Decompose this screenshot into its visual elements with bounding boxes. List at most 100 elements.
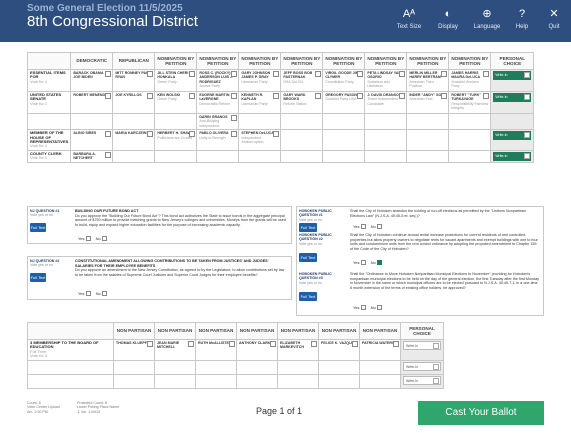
candidate-checkbox[interactable]	[441, 71, 448, 77]
candidate-checkbox[interactable]	[231, 93, 238, 99]
candidate-cell[interactable]: MITT ROMNEY PAUL RYAN	[112, 69, 156, 92]
edu-candidate-cell[interactable]: ANTHONY CLARK	[236, 339, 278, 361]
candidate-cell[interactable]: BARACK OBAMA JOE BIDEN	[70, 69, 114, 92]
nj-question-2-no-checkbox[interactable]	[101, 291, 107, 297]
edu-candidate-checkbox[interactable]	[311, 341, 317, 347]
edu-candidate-checkbox[interactable]	[393, 341, 399, 347]
candidate-cell[interactable]: STEPHEN DeLUCA Independent Anticorruption	[238, 129, 282, 151]
edu-write-in-cell[interactable]: Write-In	[400, 339, 444, 361]
nj-question-1-full-text-button[interactable]: Full Text	[30, 223, 46, 232]
hoboken-question-3-no-checkbox[interactable]	[376, 305, 382, 311]
candidate-checkbox[interactable]	[105, 131, 112, 138]
candidate-cell[interactable]: VIRGIL GOODE JIM CLYMER Constitution Part…	[322, 69, 366, 92]
candidate-checkbox[interactable]	[147, 93, 154, 99]
edu-write-in-checkbox[interactable]	[433, 377, 439, 384]
candidate-cell[interactable]: JAMES HARRIS MAURA DeLUCA Socialist Worke…	[448, 69, 492, 92]
candidate-cell[interactable]: JOE KYRILLOS	[112, 91, 156, 114]
write-in-field[interactable]: Write-In	[493, 151, 532, 161]
candidate-cell[interactable]: DARIN GRANOS Anti-Bullying Independent	[196, 112, 240, 131]
write-in-checkbox[interactable]	[524, 72, 531, 78]
nj-question-2-yes-checkbox[interactable]	[85, 291, 91, 297]
write-in-checkbox[interactable]	[524, 132, 531, 139]
candidate-cell[interactable]: KENNETH R. KAPLAN Libertarian Party	[238, 91, 282, 114]
candidate-checkbox[interactable]	[273, 131, 280, 138]
language-button[interactable]: ⊕ Language	[470, 0, 504, 42]
candidate-cell[interactable]: MERLIN MILLER HARRY BERTRAM American Thir…	[406, 69, 450, 92]
edu-candidate-checkbox[interactable]	[270, 341, 276, 347]
candidate-cell[interactable]: JILL STEIN CHERI HONKALA Green Party	[154, 69, 198, 92]
candidate-cell[interactable]: ROBERT "TURK" TURKAVAGE Responsibility Fa…	[448, 91, 492, 114]
nj-question-1-yes-checkbox[interactable]	[85, 236, 91, 242]
write-in-field[interactable]: Write-In	[493, 131, 532, 141]
hoboken-question-2-no-checkbox[interactable]	[376, 260, 382, 266]
candidate-checkbox[interactable]	[357, 71, 364, 77]
nj-question-2-full-text-button[interactable]: Full Text	[30, 273, 46, 282]
candidate-checkbox[interactable]	[231, 71, 238, 77]
candidate-cell[interactable]: ALBIO SIRES	[70, 129, 114, 151]
hoboken-question-3-yes-checkbox[interactable]	[360, 305, 366, 311]
edu-candidate-cell[interactable]: FELICE K. VAZQUEZ	[318, 339, 360, 361]
candidate-checkbox[interactable]	[399, 93, 406, 99]
candidate-checkbox[interactable]	[315, 93, 322, 99]
hoboken-question-3-full-text-button[interactable]: Full Text	[299, 292, 317, 301]
edu-candidate-checkbox[interactable]	[147, 341, 153, 347]
candidate-checkbox[interactable]	[441, 93, 448, 99]
candidate-checkbox[interactable]	[483, 71, 490, 77]
candidate-cell[interactable]: INDER "ANDY" SONI American First	[406, 91, 450, 114]
candidate-checkbox[interactable]	[189, 71, 196, 77]
edu-candidate-cell[interactable]: JEAN MARIE MITCHELL	[154, 339, 196, 361]
candidate-cell[interactable]: PETA LINDSAY YARI OSORIO Socialism and Li…	[364, 69, 408, 92]
candidate-checkbox[interactable]	[231, 131, 238, 138]
candidate-checkbox[interactable]	[147, 131, 154, 138]
edu-write-in-field[interactable]: Write-In	[403, 341, 441, 350]
candidate-cell[interactable]: ROSS C. (ROCKY) ANDERSON LUIS J. RODRIGU…	[196, 69, 240, 92]
edu-write-in-field[interactable]: Write-In	[403, 361, 441, 371]
edu-write-in-field[interactable]: Write-In	[403, 375, 441, 385]
help-button[interactable]: ? Help	[505, 0, 539, 42]
edu-candidate-cell[interactable]: PATRICIA WATERS	[359, 339, 401, 361]
edu-candidate-checkbox[interactable]	[352, 341, 358, 347]
candidate-checkbox[interactable]	[189, 93, 196, 99]
candidate-checkbox[interactable]	[357, 93, 364, 99]
candidate-checkbox[interactable]	[273, 71, 280, 77]
edu-candidate-cell[interactable]: THOMAS KLUEPFEL	[113, 339, 155, 361]
candidate-checkbox[interactable]	[189, 131, 196, 138]
edu-write-in-checkbox[interactable]	[433, 363, 439, 370]
candidate-checkbox[interactable]	[147, 71, 154, 77]
candidate-checkbox[interactable]	[105, 151, 112, 158]
candidate-cell[interactable]: HERBERT H. SHAW Politicians are Crooks	[154, 129, 198, 151]
edu-write-in-cell[interactable]: Write-In	[400, 373, 444, 389]
write-in-checkbox[interactable]	[524, 152, 531, 159]
hoboken-question-2-full-text-button[interactable]: Full Text	[299, 253, 317, 262]
hoboken-question-1-yes-checkbox[interactable]	[360, 224, 366, 230]
candidate-cell[interactable]: PABLO OLIVERA Unity is Strength	[196, 129, 240, 151]
write-in-field[interactable]: Write-In	[493, 93, 532, 102]
display-button[interactable]: ◐ Display	[431, 0, 465, 42]
candidate-cell[interactable]: GREGORY PASON Socialist Party USA	[322, 91, 366, 114]
candidate-cell[interactable]: ROBERT MENENDEZ	[70, 91, 114, 114]
candidate-checkbox[interactable]	[315, 71, 322, 77]
edu-candidate-cell[interactable]: ELIZABETH MARKEVITCH	[277, 339, 319, 361]
candidate-cell[interactable]: KEN WOLSKI Green Party	[154, 91, 198, 114]
hoboken-question-2-yes-checkbox[interactable]	[360, 260, 366, 266]
candidate-checkbox[interactable]	[483, 93, 490, 99]
edu-write-in-checkbox[interactable]	[433, 343, 439, 349]
candidate-checkbox[interactable]	[105, 71, 112, 77]
candidate-cell[interactable]: EUGENE MARTIN LaVERGNE Democratic Reform	[196, 91, 240, 114]
cast-ballot-button[interactable]: Cast Your Ballot	[418, 401, 544, 425]
hoboken-question-1-no-checkbox[interactable]	[376, 224, 382, 230]
candidate-cell[interactable]: MARIA KARCZEWSKI	[112, 129, 156, 151]
candidate-checkbox[interactable]	[105, 93, 112, 99]
edu-candidate-checkbox[interactable]	[229, 341, 235, 347]
hoboken-question-1-full-text-button[interactable]: Full Text	[299, 223, 317, 232]
write-in-field[interactable]: Write-In	[493, 71, 532, 80]
edu-candidate-cell[interactable]: RUTH McALLISTER	[195, 339, 237, 361]
candidate-cell[interactable]: JEFF BOSS BOB PASTERNAK NSA Did 911	[280, 69, 324, 92]
candidate-cell[interactable]: BARBARA A. NETCHERT	[70, 149, 114, 163]
candidate-checkbox[interactable]	[231, 115, 238, 121]
edu-write-in-cell[interactable]: Write-In	[400, 359, 444, 375]
write-in-checkbox[interactable]	[524, 94, 531, 100]
candidate-cell[interactable]: J. DAVID DRANSOFF Tinker Independent Cand…	[364, 91, 408, 114]
candidate-cell[interactable]: GARY WARD BROOKS Reform Nation	[280, 91, 324, 114]
candidate-checkbox[interactable]	[399, 71, 406, 77]
